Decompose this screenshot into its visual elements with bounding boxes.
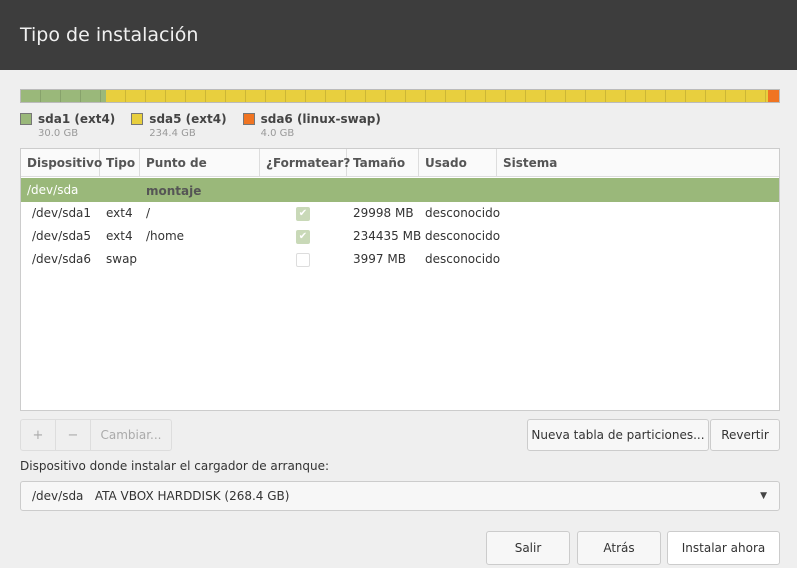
legend-item: sda6 (linux-swap) 4.0 GB xyxy=(242,112,381,139)
cell-device: /dev/sda6 xyxy=(32,252,92,266)
table-row[interactable]: /dev/sda6 swap 3997 MB desconocido xyxy=(21,248,779,271)
cell-device: /dev/sda5 xyxy=(32,229,92,243)
page-title: Tipo de instalación xyxy=(20,24,199,46)
chevron-down-icon: ▼ xyxy=(760,491,767,501)
partition-table: Dispositivo Tipo Punto de montaje ¿Forma… xyxy=(20,148,780,411)
col-system[interactable]: Sistema xyxy=(497,149,779,176)
cell-size: 234435 MB xyxy=(353,229,422,243)
legend-label: sda1 (ext4) xyxy=(38,112,116,126)
quit-button[interactable]: Salir xyxy=(486,531,570,565)
format-checkbox[interactable] xyxy=(296,252,310,267)
add-partition-button[interactable]: + xyxy=(21,420,56,450)
table-header: Dispositivo Tipo Punto de montaje ¿Forma… xyxy=(21,149,779,198)
partition-bar-sda1 xyxy=(21,90,106,102)
cell-used: desconocido xyxy=(425,252,501,266)
partition-bar-sda5 xyxy=(105,90,768,102)
bootloader-label: Dispositivo donde instalar el cargador d… xyxy=(20,459,330,473)
cell-size: 29998 MB xyxy=(353,206,414,220)
cell-mount: /home xyxy=(146,229,185,243)
legend-size: 30.0 GB xyxy=(38,128,79,139)
legend-item: sda1 (ext4) 30.0 GB xyxy=(20,112,115,139)
bootloader-value: /dev/sda ATA VBOX HARDDISK (268.4 GB) xyxy=(32,489,290,503)
cell-mount: / xyxy=(146,206,151,220)
table-row[interactable]: /dev/sda5 ext4 /home ✔ 234435 MB descono… xyxy=(21,225,779,248)
partition-legend: sda1 (ext4) 30.0 GB sda5 (ext4) 234.4 GB s… xyxy=(20,112,397,139)
legend-label: sda6 (linux-swap) xyxy=(260,112,381,126)
partition-bar-sda6 xyxy=(767,90,779,102)
cell-used: desconocido xyxy=(425,229,501,243)
cell-size: 3997 MB xyxy=(353,252,406,266)
cell-mount xyxy=(140,248,260,271)
change-partition-button[interactable]: Cambiar... xyxy=(91,420,171,450)
col-type[interactable]: Tipo xyxy=(100,149,140,176)
swatch-icon xyxy=(242,113,255,125)
cell-type: ext4 xyxy=(106,206,133,220)
disk-row[interactable]: /dev/sda xyxy=(21,178,779,202)
col-size[interactable]: Tamaño xyxy=(347,149,419,176)
cell-system xyxy=(497,225,779,248)
back-button[interactable]: Atrás xyxy=(577,531,661,565)
col-used[interactable]: Usado xyxy=(419,149,497,176)
remove-partition-button[interactable]: − xyxy=(56,420,91,450)
legend-size: 4.0 GB xyxy=(260,128,295,139)
cell-used: desconocido xyxy=(425,206,501,220)
swatch-icon xyxy=(20,113,32,125)
col-device[interactable]: Dispositivo xyxy=(21,149,102,176)
install-now-button[interactable]: Instalar ahora xyxy=(667,531,780,565)
cell-type: ext4 xyxy=(106,229,133,243)
revert-button[interactable]: Revertir xyxy=(710,419,780,451)
format-checkbox[interactable]: ✔ xyxy=(296,229,310,244)
header: Tipo de instalación xyxy=(0,0,797,70)
table-row[interactable]: /dev/sda1 ext4 / ✔ 29998 MB desconocido xyxy=(21,202,779,225)
bootloader-select[interactable]: /dev/sda ATA VBOX HARDDISK (268.4 GB) ▼ xyxy=(20,481,780,511)
new-partition-table-button[interactable]: Nueva tabla de particiones... xyxy=(527,419,709,451)
swatch-icon xyxy=(131,113,144,125)
cell-system xyxy=(497,248,779,271)
legend-label: sda5 (ext4) xyxy=(149,112,227,126)
partition-edit-group: + − Cambiar... xyxy=(20,419,172,451)
cell-type: swap xyxy=(106,252,138,266)
cell-device: /dev/sda1 xyxy=(32,206,92,220)
col-mount[interactable]: Punto de montaje xyxy=(140,149,260,198)
partition-bar xyxy=(20,89,780,103)
legend-item: sda5 (ext4) 234.4 GB xyxy=(131,112,227,139)
cell-system xyxy=(497,202,779,225)
legend-size: 234.4 GB xyxy=(149,128,196,139)
col-format[interactable]: ¿Formatear? xyxy=(260,149,350,176)
format-checkbox[interactable]: ✔ xyxy=(296,206,310,221)
